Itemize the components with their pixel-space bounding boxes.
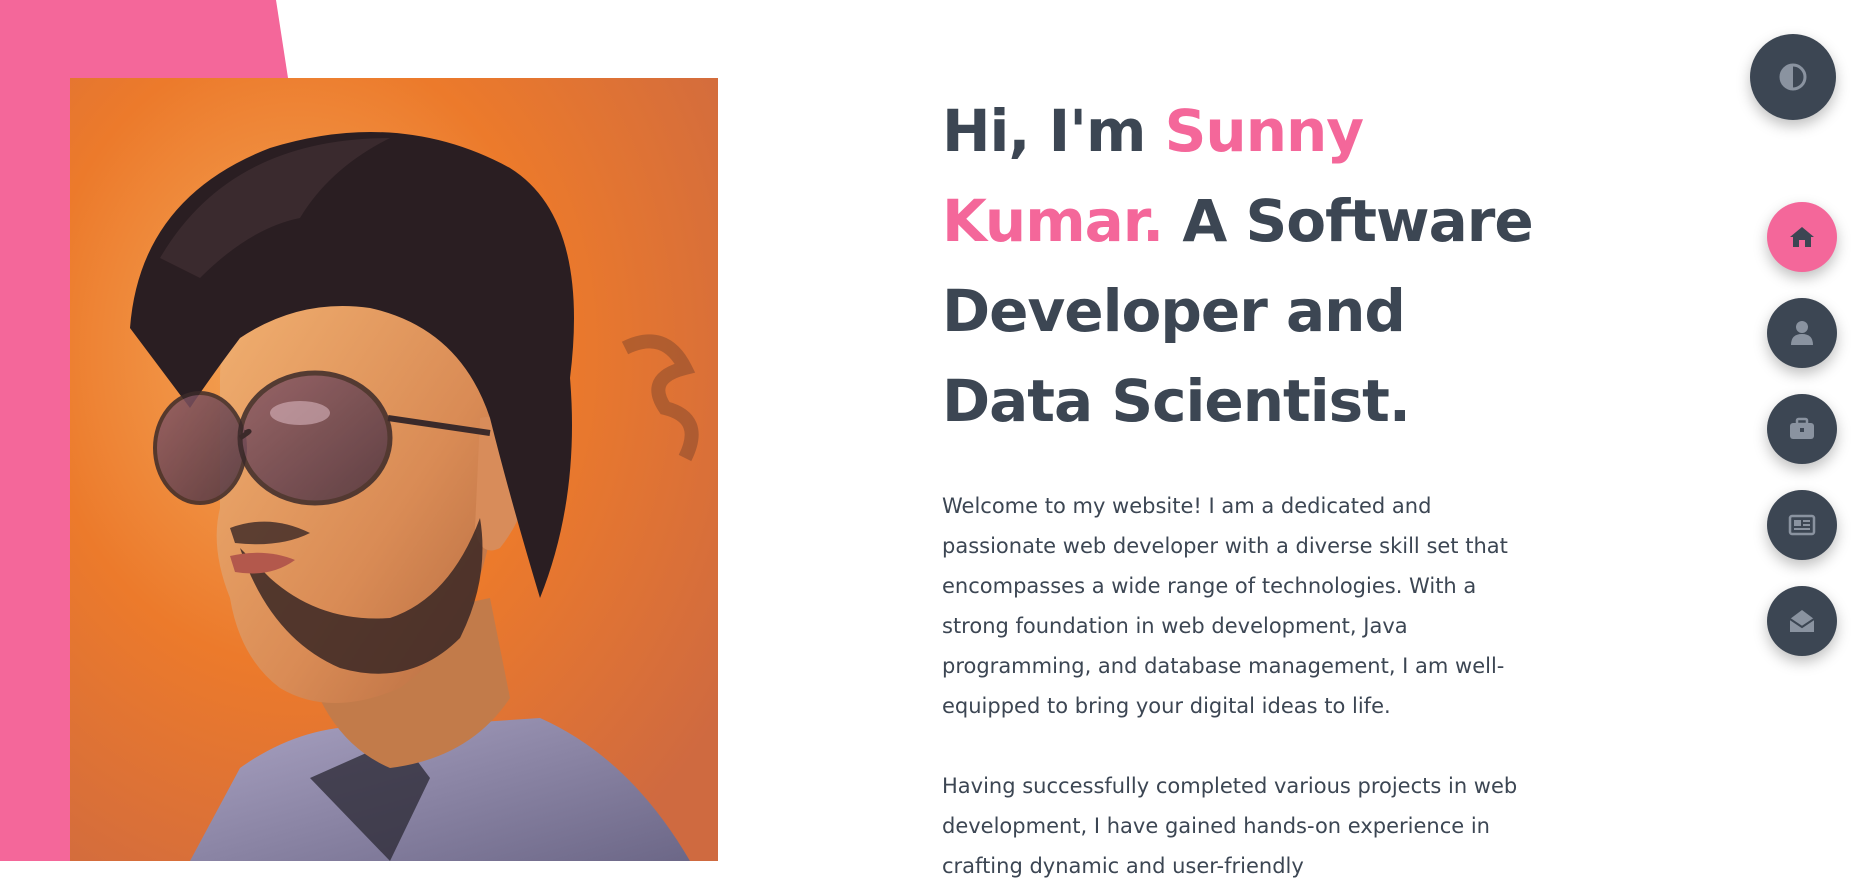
portrait-illustration: [70, 78, 718, 861]
intro-paragraph: Welcome to my website! I am a dedicated …: [942, 494, 1508, 718]
role-line-2: Developer and: [942, 277, 1406, 345]
nav-home-button[interactable]: [1767, 202, 1837, 272]
role-line-3: Data Scientist.: [942, 367, 1411, 435]
newspaper-icon: [1788, 514, 1816, 536]
name-last: Kumar.: [942, 187, 1164, 255]
greeting-text: Hi, I'm: [942, 97, 1165, 165]
nav-blog-button[interactable]: [1767, 490, 1837, 560]
nav-contact-button[interactable]: [1767, 586, 1837, 656]
user-icon: [1791, 321, 1813, 345]
hero-section: Hi, I'm Sunny Kumar. A Software Develope…: [942, 86, 1542, 886]
briefcase-icon: [1790, 417, 1814, 439]
contrast-icon: [1779, 63, 1807, 91]
experience-paragraph: Having successfully completed various pr…: [942, 774, 1518, 878]
envelope-open-icon: [1789, 610, 1815, 632]
theme-toggle-button[interactable]: [1750, 34, 1836, 120]
profile-portrait: [70, 78, 718, 861]
name-first: Sunny: [1164, 97, 1364, 165]
side-navigation: [1767, 202, 1837, 682]
hero-heading: Hi, I'm Sunny Kumar. A Software Develope…: [942, 86, 1542, 446]
nav-about-button[interactable]: [1767, 298, 1837, 368]
role-line-1: A Software: [1163, 187, 1533, 255]
nav-portfolio-button[interactable]: [1767, 394, 1837, 464]
home-icon: [1790, 227, 1814, 247]
